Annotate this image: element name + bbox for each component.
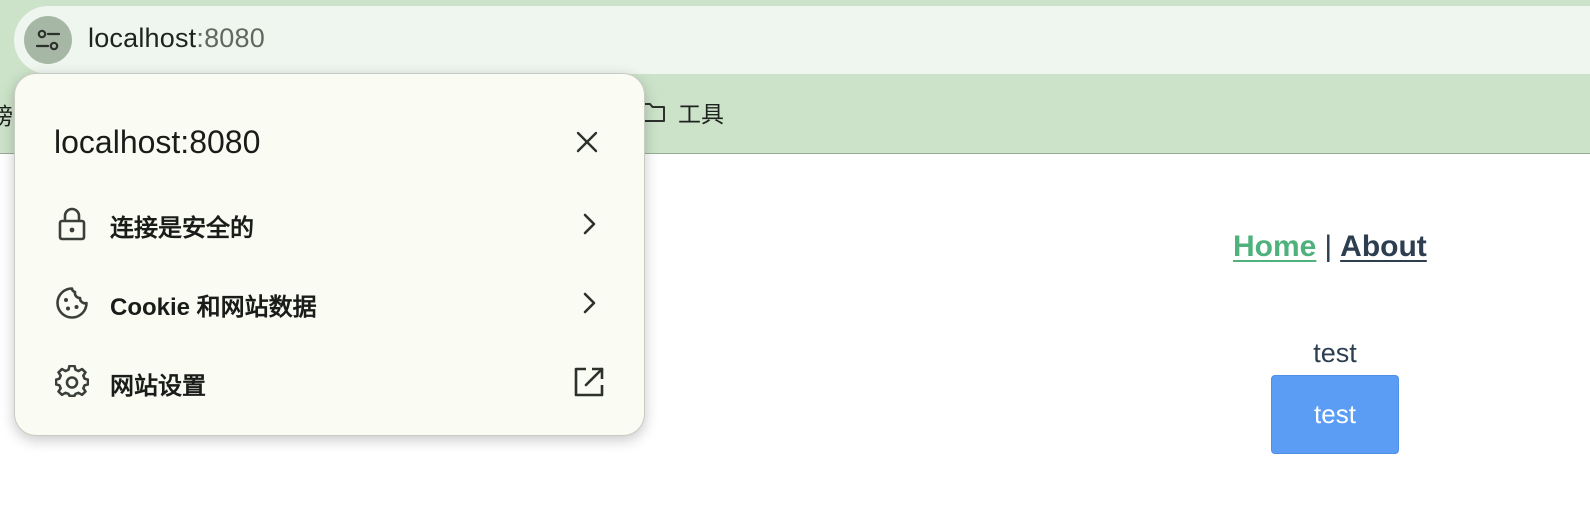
url-port: :8080 — [196, 23, 265, 53]
url-text[interactable]: localhost:8080 — [88, 23, 265, 54]
site-info-popup: localhost:8080 连接是安全的 Cookie 和网站数据 网站设置 — [14, 73, 645, 436]
cookies-row[interactable]: Cookie 和网站数据 — [15, 267, 644, 339]
row-label: 网站设置 — [110, 373, 206, 400]
row-label: 连接是安全的 — [110, 215, 254, 242]
site-info-button[interactable] — [24, 16, 72, 64]
close-button[interactable] — [569, 124, 605, 160]
top-nav: Home | About — [1233, 230, 1427, 264]
bookmark-folder-label: 工具 — [678, 101, 724, 127]
cookie-icon — [54, 285, 90, 321]
row-label: Cookie 和网站数据 — [110, 294, 317, 321]
tune-icon — [35, 29, 61, 51]
nav-separator: | — [1324, 230, 1333, 263]
nav-about-link[interactable]: About — [1340, 230, 1427, 263]
lock-icon — [54, 206, 90, 242]
address-bar[interactable]: localhost:8080 — [14, 6, 1590, 74]
test-text: test — [1313, 338, 1357, 368]
nav-home-link[interactable]: Home — [1233, 230, 1316, 263]
open-in-new-icon — [571, 364, 607, 400]
gear-icon — [54, 364, 90, 400]
chevron-right-icon — [571, 285, 607, 321]
test-button[interactable]: test — [1271, 375, 1399, 454]
popup-title: localhost:8080 — [54, 124, 261, 160]
bookmark-folder-tools[interactable]: 工具 — [640, 96, 724, 128]
url-host: localhost — [88, 23, 197, 53]
site-settings-row[interactable]: 网站设置 — [15, 346, 644, 418]
connection-security-row[interactable]: 连接是安全的 — [15, 188, 644, 260]
chevron-right-icon — [571, 206, 607, 242]
close-icon — [576, 131, 598, 153]
